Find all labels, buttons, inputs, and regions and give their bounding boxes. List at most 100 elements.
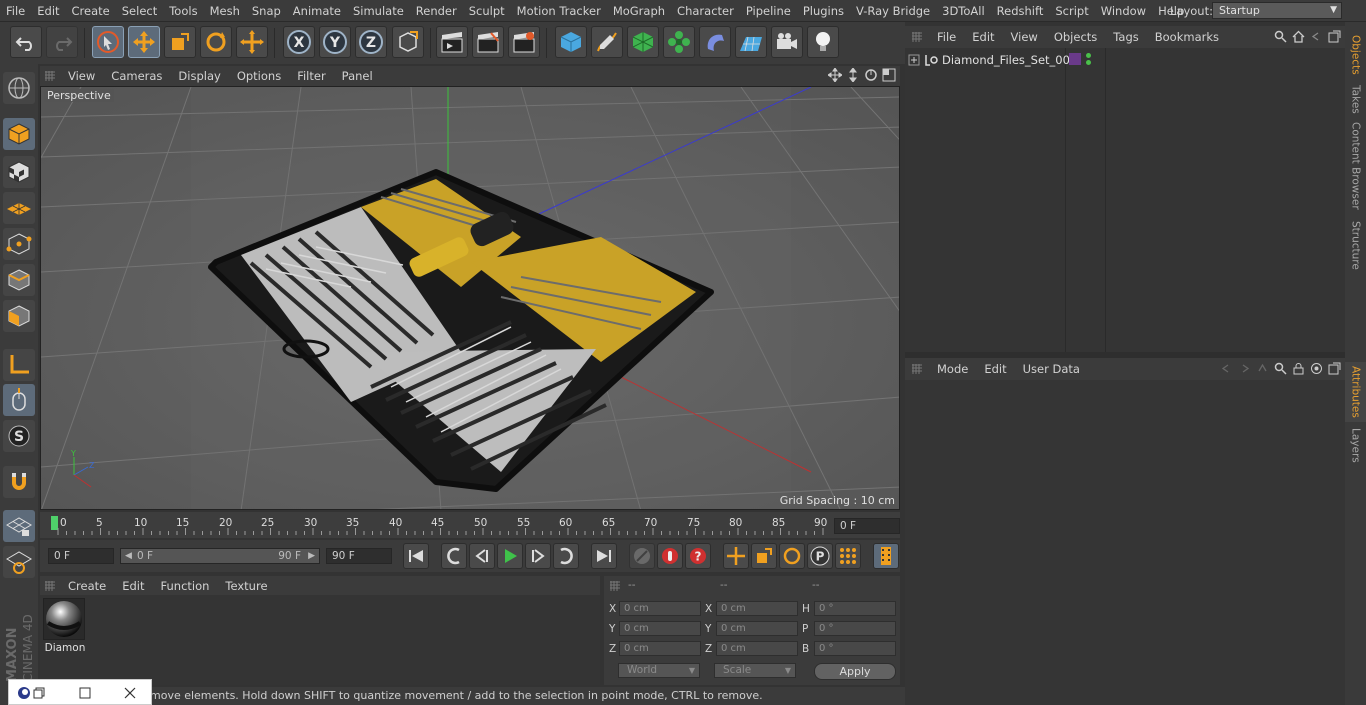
start-frame-field[interactable]: 0 F (48, 548, 114, 564)
menu-create[interactable]: Create (66, 0, 116, 22)
autokey-button[interactable]: ? (685, 543, 711, 569)
menu-mograph[interactable]: MoGraph (607, 0, 671, 22)
restore-icon[interactable] (33, 687, 45, 699)
x-axis-lock-button[interactable]: X (283, 26, 315, 58)
key-pla-button[interactable] (835, 543, 861, 569)
cube-primitive-button[interactable] (555, 26, 587, 58)
tab-takes[interactable]: Takes (1345, 82, 1366, 116)
forward-arrow-icon[interactable] (1238, 362, 1251, 375)
vp-menu-cameras[interactable]: Cameras (103, 69, 170, 83)
menu-select[interactable]: Select (116, 0, 163, 22)
deformer-button[interactable] (699, 26, 731, 58)
position-x-field[interactable]: 0 cm (619, 601, 701, 616)
menu-simulate[interactable]: Simulate (347, 0, 410, 22)
tab-attributes[interactable]: Attributes (1345, 362, 1366, 422)
tab-structure[interactable]: Structure (1345, 218, 1366, 272)
maximize-view-icon[interactable] (882, 68, 896, 82)
key-scale-button[interactable] (751, 543, 777, 569)
obj-menu-objects[interactable]: Objects (1046, 30, 1105, 44)
scale-tool-button[interactable] (164, 26, 196, 58)
obj-menu-edit[interactable]: Edit (964, 30, 1002, 44)
search-icon[interactable] (1274, 362, 1287, 375)
target-icon[interactable] (1310, 362, 1323, 375)
perspective-viewport[interactable]: Y Z Perspective Grid Spacing : 10 cm (40, 86, 900, 510)
material-name[interactable]: Diamon (42, 642, 88, 654)
coordinate-system-button[interactable] (392, 26, 424, 58)
next-keyframe-button[interactable] (553, 543, 579, 569)
vp-menu-panel[interactable]: Panel (334, 69, 381, 83)
tab-objects[interactable]: Objects (1345, 30, 1366, 80)
pan-icon[interactable] (828, 68, 842, 82)
texture-mode-button[interactable] (3, 156, 35, 188)
new-window-icon[interactable] (1328, 30, 1341, 43)
menu-character[interactable]: Character (671, 0, 740, 22)
key-rotation-button[interactable] (779, 543, 805, 569)
live-selection-button[interactable] (92, 26, 124, 58)
position-z-field[interactable]: 0 cm (619, 641, 701, 656)
go-to-start-button[interactable] (403, 543, 429, 569)
tab-content-browser[interactable]: Content Browser (1345, 122, 1366, 210)
back-arrow-icon[interactable] (1220, 362, 1233, 375)
key-parameter-button[interactable]: P (807, 543, 833, 569)
object-name[interactable]: Diamond_Files_Set_001 (942, 53, 1077, 67)
subdivision-button[interactable] (627, 26, 659, 58)
close-icon[interactable] (124, 687, 136, 699)
timeline-window-button[interactable] (873, 543, 899, 569)
material-swatch[interactable] (43, 598, 85, 640)
model-mode-button[interactable] (3, 118, 35, 150)
rotation-h-field[interactable]: 0 ° (814, 601, 896, 616)
rotation-b-field[interactable]: 0 ° (814, 641, 896, 656)
rotate-tool-button[interactable] (200, 26, 232, 58)
lock-icon[interactable] (1292, 362, 1305, 375)
obj-menu-file[interactable]: File (929, 30, 964, 44)
menu-file[interactable]: File (0, 0, 31, 22)
solo-button[interactable]: S (3, 420, 35, 452)
polygon-mode-button[interactable] (3, 300, 35, 332)
next-frame-button[interactable] (525, 543, 551, 569)
menu-vray-bridge[interactable]: V-Ray Bridge (850, 0, 936, 22)
attr-menu-user-data[interactable]: User Data (1015, 362, 1088, 376)
vp-menu-options[interactable]: Options (229, 69, 289, 83)
layer-color-swatch[interactable] (1069, 53, 1081, 65)
y-axis-lock-button[interactable]: Y (319, 26, 351, 58)
apply-button[interactable]: Apply (814, 663, 896, 680)
mat-menu-edit[interactable]: Edit (114, 579, 152, 593)
workplane-lock-button[interactable] (3, 510, 35, 542)
workplane-rotate-button[interactable] (3, 546, 35, 578)
search-icon[interactable] (1274, 30, 1287, 43)
menu-window[interactable]: Window (1095, 0, 1152, 22)
pen-tool-button[interactable] (591, 26, 623, 58)
vp-menu-filter[interactable]: Filter (289, 69, 333, 83)
cloner-button[interactable] (663, 26, 695, 58)
obj-menu-tags[interactable]: Tags (1105, 30, 1146, 44)
menu-mesh[interactable]: Mesh (204, 0, 246, 22)
menu-snap[interactable]: Snap (246, 0, 287, 22)
current-frame-field[interactable]: 0 F (834, 518, 900, 534)
coord-system-dropdown[interactable]: World ▼ (618, 663, 700, 678)
menu-render[interactable]: Render (410, 0, 463, 22)
zoom-icon[interactable] (846, 68, 860, 82)
home-icon[interactable] (1292, 30, 1305, 43)
mat-menu-create[interactable]: Create (60, 579, 114, 593)
mat-menu-function[interactable]: Function (153, 579, 218, 593)
menu-pipeline[interactable]: Pipeline (740, 0, 797, 22)
axis-mode-button[interactable] (3, 349, 35, 381)
menu-edit[interactable]: Edit (31, 0, 65, 22)
floor-button[interactable] (735, 26, 767, 58)
menu-motion-tracker[interactable]: Motion Tracker (511, 0, 607, 22)
attr-menu-edit[interactable]: Edit (976, 362, 1014, 376)
attr-menu-mode[interactable]: Mode (929, 362, 976, 376)
go-to-end-button[interactable] (591, 543, 617, 569)
frame-range-slider[interactable]: ◀ 0 F 90 F ▶ (120, 548, 320, 564)
menu-animate[interactable]: Animate (287, 0, 347, 22)
vp-menu-view[interactable]: View (60, 69, 103, 83)
size-z-field[interactable]: 0 cm (716, 641, 798, 656)
workplane-mode-button[interactable] (3, 192, 35, 224)
menu-tools[interactable]: Tools (163, 0, 203, 22)
back-arrow-icon[interactable] (1310, 30, 1323, 43)
camera-button[interactable] (771, 26, 803, 58)
record-active-button[interactable] (657, 543, 683, 569)
snap-button[interactable] (3, 466, 35, 498)
menu-sculpt[interactable]: Sculpt (463, 0, 511, 22)
previous-frame-button[interactable] (469, 543, 495, 569)
